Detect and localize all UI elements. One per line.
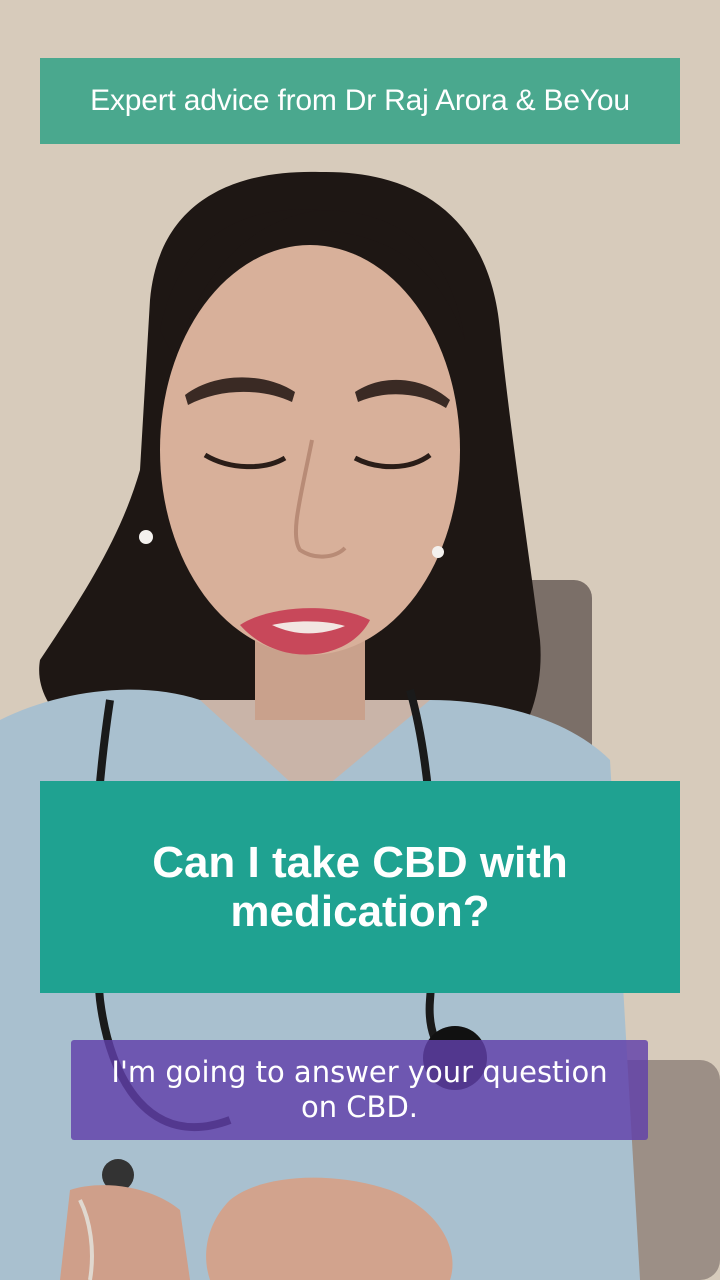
video-frame[interactable]: Expert advice from Dr Raj Arora & BeYou … <box>0 0 720 1280</box>
caption-subtitle: I'm going to answer your question on CBD… <box>71 1040 648 1140</box>
top-banner-text: Expert advice from Dr Raj Arora & BeYou <box>90 84 630 117</box>
question-card: Can I take CBD with medication? <box>40 781 680 993</box>
top-banner: Expert advice from Dr Raj Arora & BeYou <box>40 58 680 144</box>
caption-text: I'm going to answer your question on CBD… <box>111 1055 608 1124</box>
question-title: Can I take CBD with medication? <box>152 837 568 936</box>
